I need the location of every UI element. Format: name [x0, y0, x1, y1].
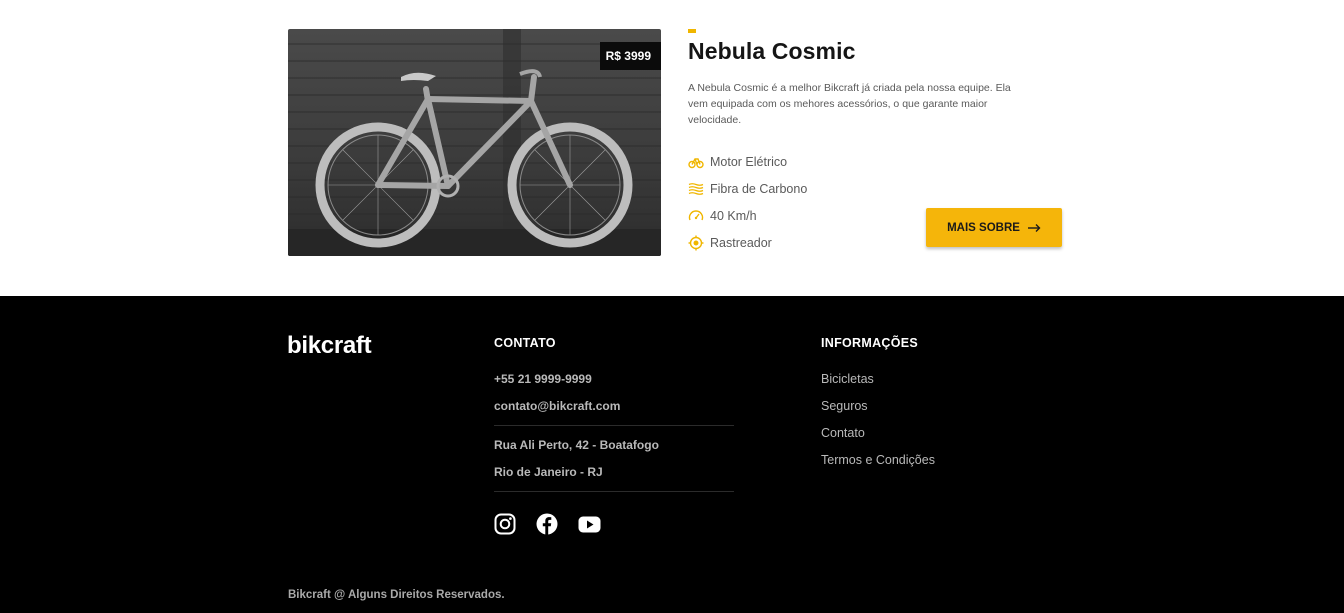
facebook-icon — [536, 513, 558, 535]
info-heading: INFORMAÇÕES — [821, 336, 919, 350]
feature-list: Motor Elétrico Fibra de Carbono 40 Km/h — [688, 148, 807, 256]
feature-label: Motor Elétrico — [710, 154, 788, 169]
product-description: A Nebula Cosmic é a melhor Bikcraft já c… — [688, 82, 1011, 126]
address-line-1: Rua Ali Perto, 42 - Boatafogo — [494, 438, 659, 452]
title-accent-bar — [688, 29, 696, 33]
tracker-icon — [688, 235, 704, 250]
feature-label: Fibra de Carbono — [710, 181, 808, 196]
contact-divider — [494, 425, 734, 426]
info-links: Bicicletas Seguros Contato Termos e Cond… — [821, 372, 935, 480]
feature-item: Rastreador — [688, 229, 807, 256]
info-link-seguros[interactable]: Seguros — [821, 399, 935, 426]
speedometer-icon — [688, 209, 704, 220]
more-about-label: MAIS SOBRE — [947, 221, 1020, 234]
electric-bike-icon — [688, 157, 704, 168]
more-about-button[interactable]: MAIS SOBRE — [926, 208, 1062, 247]
site-footer: bikcraft CONTATO +55 21 9999-9999 contat… — [0, 296, 1344, 613]
feature-item: 40 Km/h — [688, 202, 807, 229]
contact-heading: CONTATO — [494, 336, 556, 350]
feature-item: Motor Elétrico — [688, 148, 807, 175]
footer-logo[interactable]: bikcraft — [287, 332, 372, 360]
social-links — [494, 513, 621, 540]
info-link-contato[interactable]: Contato — [821, 426, 935, 453]
contact-email[interactable]: contato@bikcraft.com — [494, 399, 620, 413]
info-link-termos[interactable]: Termos e Condições — [821, 453, 935, 480]
arrow-right-icon — [1027, 223, 1041, 232]
instagram-icon — [494, 513, 516, 535]
contact-phone[interactable]: +55 21 9999-9999 — [494, 372, 592, 386]
feature-item: Fibra de Carbono — [688, 175, 807, 202]
feature-label: 40 Km/h — [710, 208, 757, 223]
youtube-icon — [578, 516, 601, 532]
feature-label: Rastreador — [710, 235, 772, 250]
product-section: R$ 3999 Nebula Cosmic A Nebula Cosmic é … — [0, 0, 1344, 296]
instagram-link[interactable] — [494, 513, 516, 540]
youtube-link[interactable] — [578, 516, 601, 538]
price-badge: R$ 3999 — [599, 42, 661, 70]
address-divider — [494, 491, 734, 492]
address-line-2: Rio de Janeiro - RJ — [494, 465, 603, 479]
bike-photo: R$ 3999 — [288, 29, 661, 256]
facebook-link[interactable] — [536, 513, 558, 540]
info-link-bicicletas[interactable]: Bicicletas — [821, 372, 935, 399]
copyright-text: Bikcraft @ Alguns Direitos Reservados. — [288, 589, 505, 601]
carbon-fiber-icon — [688, 182, 704, 195]
product-title: Nebula Cosmic — [688, 38, 856, 64]
